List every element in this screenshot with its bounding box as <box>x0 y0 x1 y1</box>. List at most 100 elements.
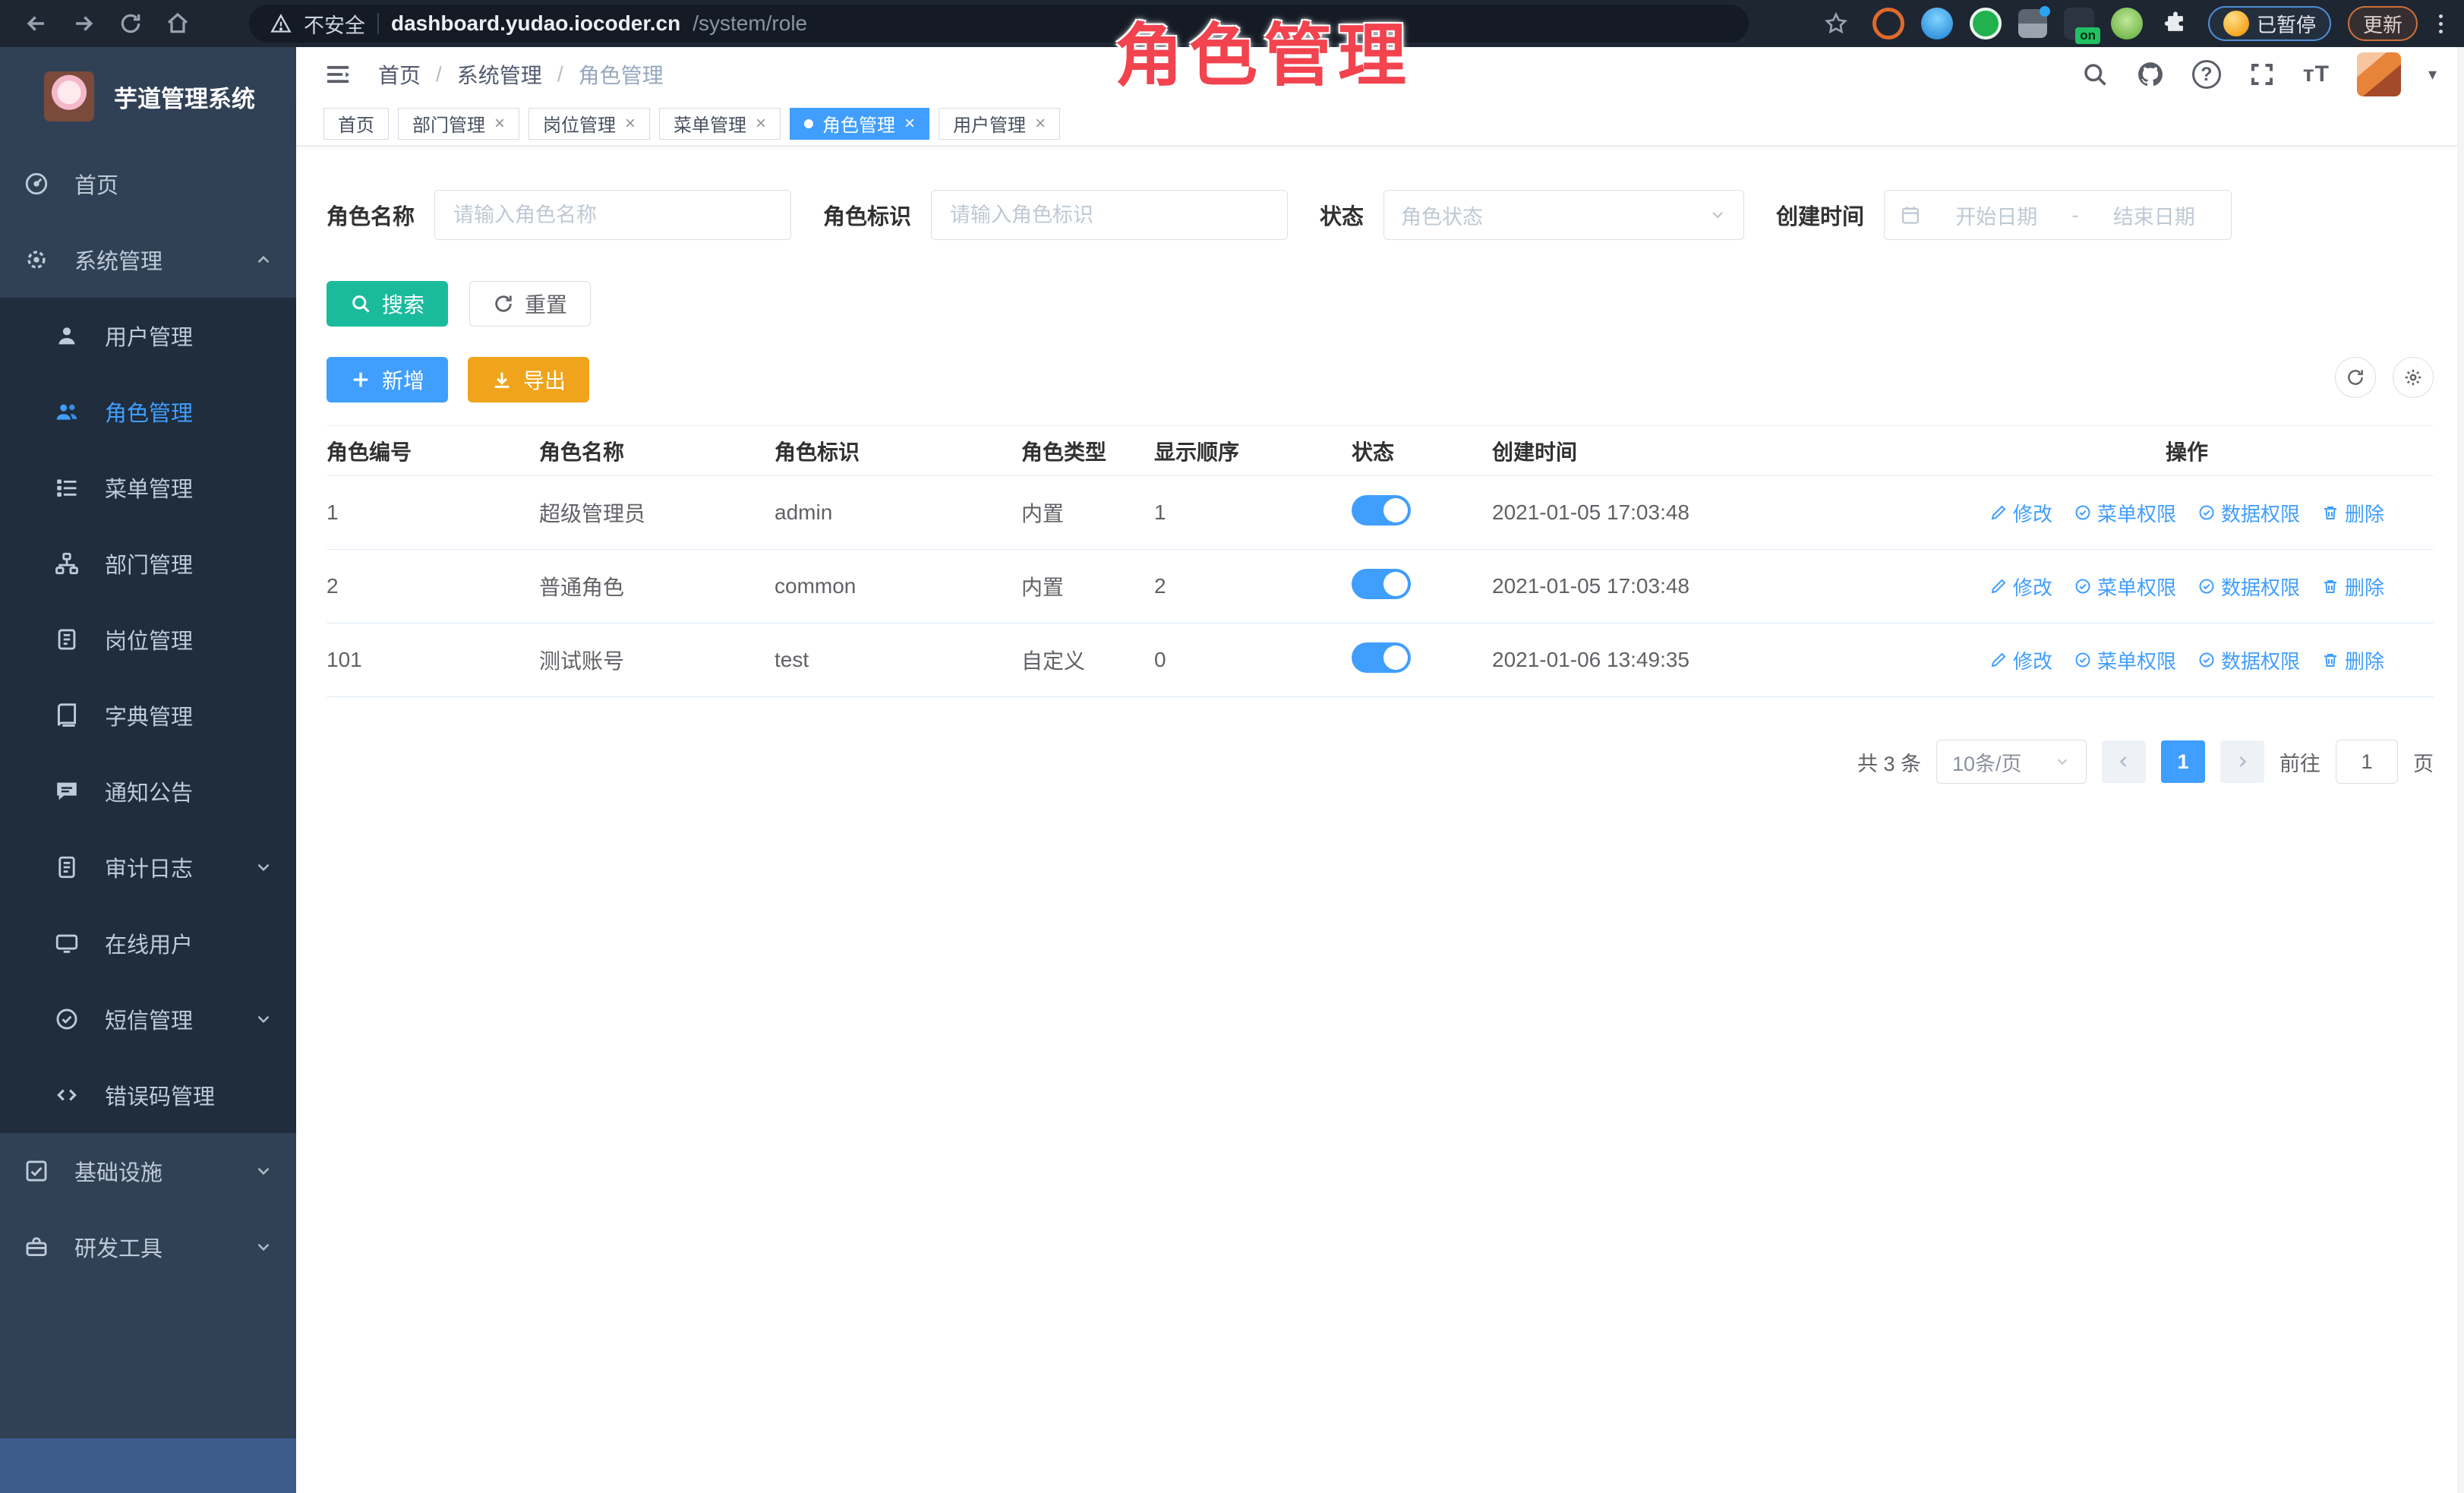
sidebar-item-menus[interactable]: 菜单管理 <box>0 450 296 526</box>
export-button[interactable]: 导出 <box>468 357 589 402</box>
role-key-input-field[interactable] <box>950 204 1269 227</box>
extension-icon-dark[interactable]: on <box>2064 8 2094 39</box>
close-icon[interactable]: × <box>1035 115 1046 133</box>
book-icon <box>53 702 80 729</box>
close-icon[interactable]: × <box>756 115 766 133</box>
sidebar-item-online-users[interactable]: 在线用户 <box>0 905 296 981</box>
add-button[interactable]: 新增 <box>327 357 448 402</box>
reset-button[interactable]: 重置 <box>469 281 591 327</box>
help-icon[interactable]: ? <box>2192 60 2221 89</box>
page-number-1[interactable]: 1 <box>2161 740 2205 783</box>
sidebar-item-home[interactable]: 首页 <box>0 146 296 222</box>
goto-page-input[interactable] <box>2336 740 2398 784</box>
status-toggle[interactable] <box>1352 642 1411 673</box>
sidebar-item-dict[interactable]: 字典管理 <box>0 677 296 753</box>
tab-menus[interactable]: 菜单管理× <box>659 108 781 140</box>
page-scrollbar[interactable] <box>2458 47 2464 1493</box>
delete-link[interactable]: 删除 <box>2321 499 2384 527</box>
sidebar-item-departments[interactable]: 部门管理 <box>0 526 296 601</box>
breadcrumb-current: 角色管理 <box>579 59 664 90</box>
browser-menu-icon[interactable] <box>2434 14 2447 33</box>
user-avatar[interactable] <box>2357 52 2401 96</box>
sidebar-item-roles[interactable]: 角色管理 <box>0 374 296 450</box>
sidebar-item-users[interactable]: 用户管理 <box>0 298 296 374</box>
sidebar-item-sms[interactable]: 短信管理 <box>0 981 296 1057</box>
url-path[interactable]: /system/role <box>693 11 807 36</box>
menu-permission-link[interactable]: 菜单权限 <box>2074 646 2176 674</box>
sidebar-item-dev-tools[interactable]: 研发工具 <box>0 1209 296 1285</box>
create-time-range-picker[interactable]: 开始日期 - 结束日期 <box>1884 190 2232 240</box>
font-size-icon[interactable]: ᴛT <box>2303 62 2330 87</box>
extension-icon-green-monkey[interactable] <box>2111 8 2143 39</box>
search-icon[interactable] <box>2081 61 2109 88</box>
sidebar-item-system[interactable]: 系统管理 <box>0 222 296 298</box>
tab-roles-active[interactable]: 角色管理× <box>790 108 929 140</box>
date-start-placeholder[interactable]: 开始日期 <box>1935 200 2059 230</box>
search-button[interactable]: 搜索 <box>327 281 448 327</box>
edit-link[interactable]: 修改 <box>1989 499 2052 527</box>
app-logo-row[interactable]: 芋道管理系统 <box>0 47 296 146</box>
close-icon[interactable]: × <box>494 115 505 133</box>
sidebar-item-error-codes[interactable]: 错误码管理 <box>0 1057 296 1133</box>
search-buttons-row: 搜索 重置 <box>327 281 2434 327</box>
dashboard-icon <box>23 170 50 197</box>
delete-link[interactable]: 删除 <box>2321 646 2384 674</box>
tab-home[interactable]: 首页 <box>323 108 389 140</box>
status-toggle[interactable] <box>1352 495 1411 526</box>
fullscreen-icon[interactable] <box>2248 61 2276 88</box>
column-settings-icon[interactable] <box>2393 357 2434 398</box>
sidebar-item-infrastructure[interactable]: 基础设施 <box>0 1133 296 1209</box>
url-host[interactable]: dashboard.yudao.iocoder.cn <box>391 11 680 36</box>
browser-home-icon[interactable] <box>158 7 197 40</box>
browser-back-icon[interactable] <box>17 7 56 40</box>
delete-link[interactable]: 删除 <box>2321 573 2384 601</box>
breadcrumb-home[interactable]: 首页 <box>378 59 421 90</box>
tab-departments[interactable]: 部门管理× <box>398 108 519 140</box>
browser-forward-icon[interactable] <box>64 7 103 40</box>
data-permission-link[interactable]: 数据权限 <box>2197 573 2300 601</box>
extension-icon-puzzle[interactable] <box>2160 8 2191 39</box>
tab-users[interactable]: 用户管理× <box>939 108 1060 140</box>
date-end-placeholder[interactable]: 结束日期 <box>2093 200 2216 230</box>
hamburger-icon[interactable] <box>323 60 352 89</box>
role-name-input-field[interactable] <box>453 204 772 227</box>
security-warning-label[interactable]: 不安全 <box>304 9 365 39</box>
role-key-input[interactable] <box>931 190 1288 240</box>
github-icon[interactable] <box>2136 60 2165 89</box>
browser-reload-icon[interactable] <box>111 7 150 40</box>
role-name-cell: 超级管理员 <box>539 497 775 528</box>
address-bar[interactable]: 不安全 dashboard.yudao.iocoder.cn/system/ro… <box>249 5 1749 43</box>
extension-icon-orange[interactable] <box>1872 8 1904 39</box>
calendar-icon <box>1900 204 1921 226</box>
data-permission-link[interactable]: 数据权限 <box>2197 646 2300 674</box>
edit-link[interactable]: 修改 <box>1989 646 2052 674</box>
status-toggle[interactable] <box>1352 569 1411 599</box>
tab-posts[interactable]: 岗位管理× <box>528 108 650 140</box>
refresh-table-icon[interactable] <box>2335 357 2376 398</box>
sidebar-item-posts[interactable]: 岗位管理 <box>0 601 296 677</box>
prev-page-button[interactable] <box>2102 740 2146 783</box>
role-name-input[interactable] <box>434 190 791 240</box>
role-id-cell: 1 <box>327 500 539 525</box>
role-key-label: 角色标识 <box>823 199 911 231</box>
close-icon[interactable]: × <box>904 115 915 133</box>
avatar-caret-icon[interactable]: ▾ <box>2428 65 2437 84</box>
menu-permission-link[interactable]: 菜单权限 <box>2074 573 2176 601</box>
sidebar-item-audit-log[interactable]: 审计日志 <box>0 829 296 905</box>
close-icon[interactable]: × <box>625 115 636 133</box>
next-page-button[interactable] <box>2220 740 2264 783</box>
menu-permission-link[interactable]: 菜单权限 <box>2074 499 2176 527</box>
breadcrumb-system[interactable]: 系统管理 <box>457 59 542 90</box>
bookmark-star-icon[interactable] <box>1816 7 1856 40</box>
edit-link[interactable]: 修改 <box>1989 573 2052 601</box>
profile-paused-button[interactable]: 已暂停 <box>2208 6 2331 41</box>
sidebar-item-notices[interactable]: 通知公告 <box>0 753 296 829</box>
data-permission-link[interactable]: 数据权限 <box>2197 499 2300 527</box>
goto-page-input-field[interactable] <box>2344 750 2390 774</box>
status-select[interactable]: 角色状态 <box>1383 190 1744 240</box>
extension-icon-green-circle[interactable] <box>1970 8 2002 39</box>
page-size-select[interactable]: 10条/页 <box>1936 740 2087 784</box>
extension-icon-grid[interactable] <box>2018 9 2047 38</box>
extension-icon-blue-gem[interactable] <box>1921 8 1953 39</box>
browser-update-button[interactable]: 更新 <box>2348 6 2418 41</box>
